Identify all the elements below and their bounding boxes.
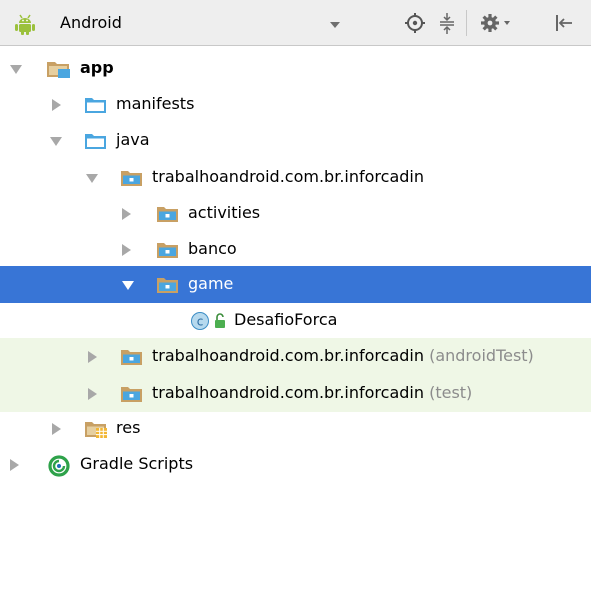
tree-item-activities[interactable]: activities [0, 195, 591, 232]
lock-icon [213, 311, 227, 335]
svg-text:c: c [197, 315, 204, 329]
tree-item-label: trabalhoandroid.com.br.inforcadin [152, 167, 424, 186]
package-name: trabalhoandroid.com.br.inforcadin [152, 346, 424, 365]
package-icon [120, 384, 144, 408]
tree-item-label: activities [188, 203, 261, 222]
resources-folder-icon [84, 419, 110, 443]
expand-arrow-icon[interactable] [88, 351, 97, 363]
expand-arrow-icon[interactable] [10, 459, 19, 471]
toolbar-divider [466, 10, 467, 36]
module-folder-icon [46, 59, 72, 83]
settings-button[interactable] [477, 10, 517, 36]
expand-arrow-icon[interactable] [88, 388, 97, 400]
folder-icon [84, 131, 108, 155]
class-icon: c [190, 311, 210, 335]
project-view-selector[interactable]: Android [6, 8, 348, 38]
project-view-label: Android [60, 13, 122, 32]
source-set-suffix: (androidTest) [429, 346, 534, 365]
tree-item-label: app [80, 58, 114, 77]
expand-arrow-icon[interactable] [50, 137, 62, 146]
package-name: trabalhoandroid.com.br.inforcadin [152, 383, 424, 402]
tree-item-label: DesafioForca [234, 310, 338, 329]
tree-item-package-test[interactable]: trabalhoandroid.com.br.inforcadin (test) [0, 375, 591, 412]
tree-item-game[interactable]: game [0, 266, 591, 303]
tree-item-manifests[interactable]: manifests [0, 86, 591, 123]
expand-arrow-icon[interactable] [122, 244, 131, 256]
tree-item-label: banco [188, 239, 237, 258]
tree-item-label: trabalhoandroid.com.br.inforcadin (andro… [152, 346, 534, 365]
package-icon [156, 275, 180, 299]
tree-item-label: game [188, 274, 234, 293]
tree-item-gradle-scripts[interactable]: Gradle Scripts [0, 446, 591, 483]
chevron-down-icon [330, 22, 340, 28]
tree-item-package-androidtest[interactable]: trabalhoandroid.com.br.inforcadin (andro… [0, 338, 591, 375]
tree-item-package-main[interactable]: trabalhoandroid.com.br.inforcadin [0, 159, 591, 196]
tree-item-label: manifests [116, 94, 195, 113]
hide-panel-button[interactable] [551, 10, 577, 36]
hide-panel-icon [556, 15, 572, 31]
package-icon [120, 347, 144, 371]
tree-item-java[interactable]: java [0, 122, 591, 159]
package-icon [156, 240, 180, 264]
android-icon [14, 13, 36, 39]
collapse-all-button[interactable] [434, 10, 460, 36]
tree-item-res[interactable]: res [0, 410, 591, 447]
package-icon [120, 168, 144, 192]
expand-arrow-icon[interactable] [52, 423, 61, 435]
gear-icon [481, 14, 510, 32]
tree-item-banco[interactable]: banco [0, 231, 591, 268]
source-set-suffix: (test) [429, 383, 473, 402]
gradle-icon [48, 455, 70, 481]
scroll-from-source-button[interactable] [402, 10, 428, 36]
tree-item-label: res [116, 418, 141, 437]
project-toolbar: Android [0, 0, 591, 46]
tree-item-label: Gradle Scripts [80, 454, 194, 473]
tree-item-label: trabalhoandroid.com.br.inforcadin (test) [152, 383, 472, 402]
tree-item-label: java [116, 130, 150, 149]
collapse-all-icon [440, 13, 454, 34]
tree-item-app[interactable]: app [0, 50, 591, 87]
expand-arrow-icon[interactable] [10, 65, 22, 74]
crosshair-icon [405, 13, 425, 33]
expand-arrow-icon[interactable] [52, 99, 61, 111]
package-icon [156, 204, 180, 228]
folder-icon [84, 95, 108, 119]
expand-arrow-icon[interactable] [122, 208, 131, 220]
tree-item-desafioforca[interactable]: c DesafioForca [0, 302, 591, 339]
expand-arrow-icon[interactable] [86, 174, 98, 183]
expand-arrow-icon[interactable] [122, 281, 134, 290]
